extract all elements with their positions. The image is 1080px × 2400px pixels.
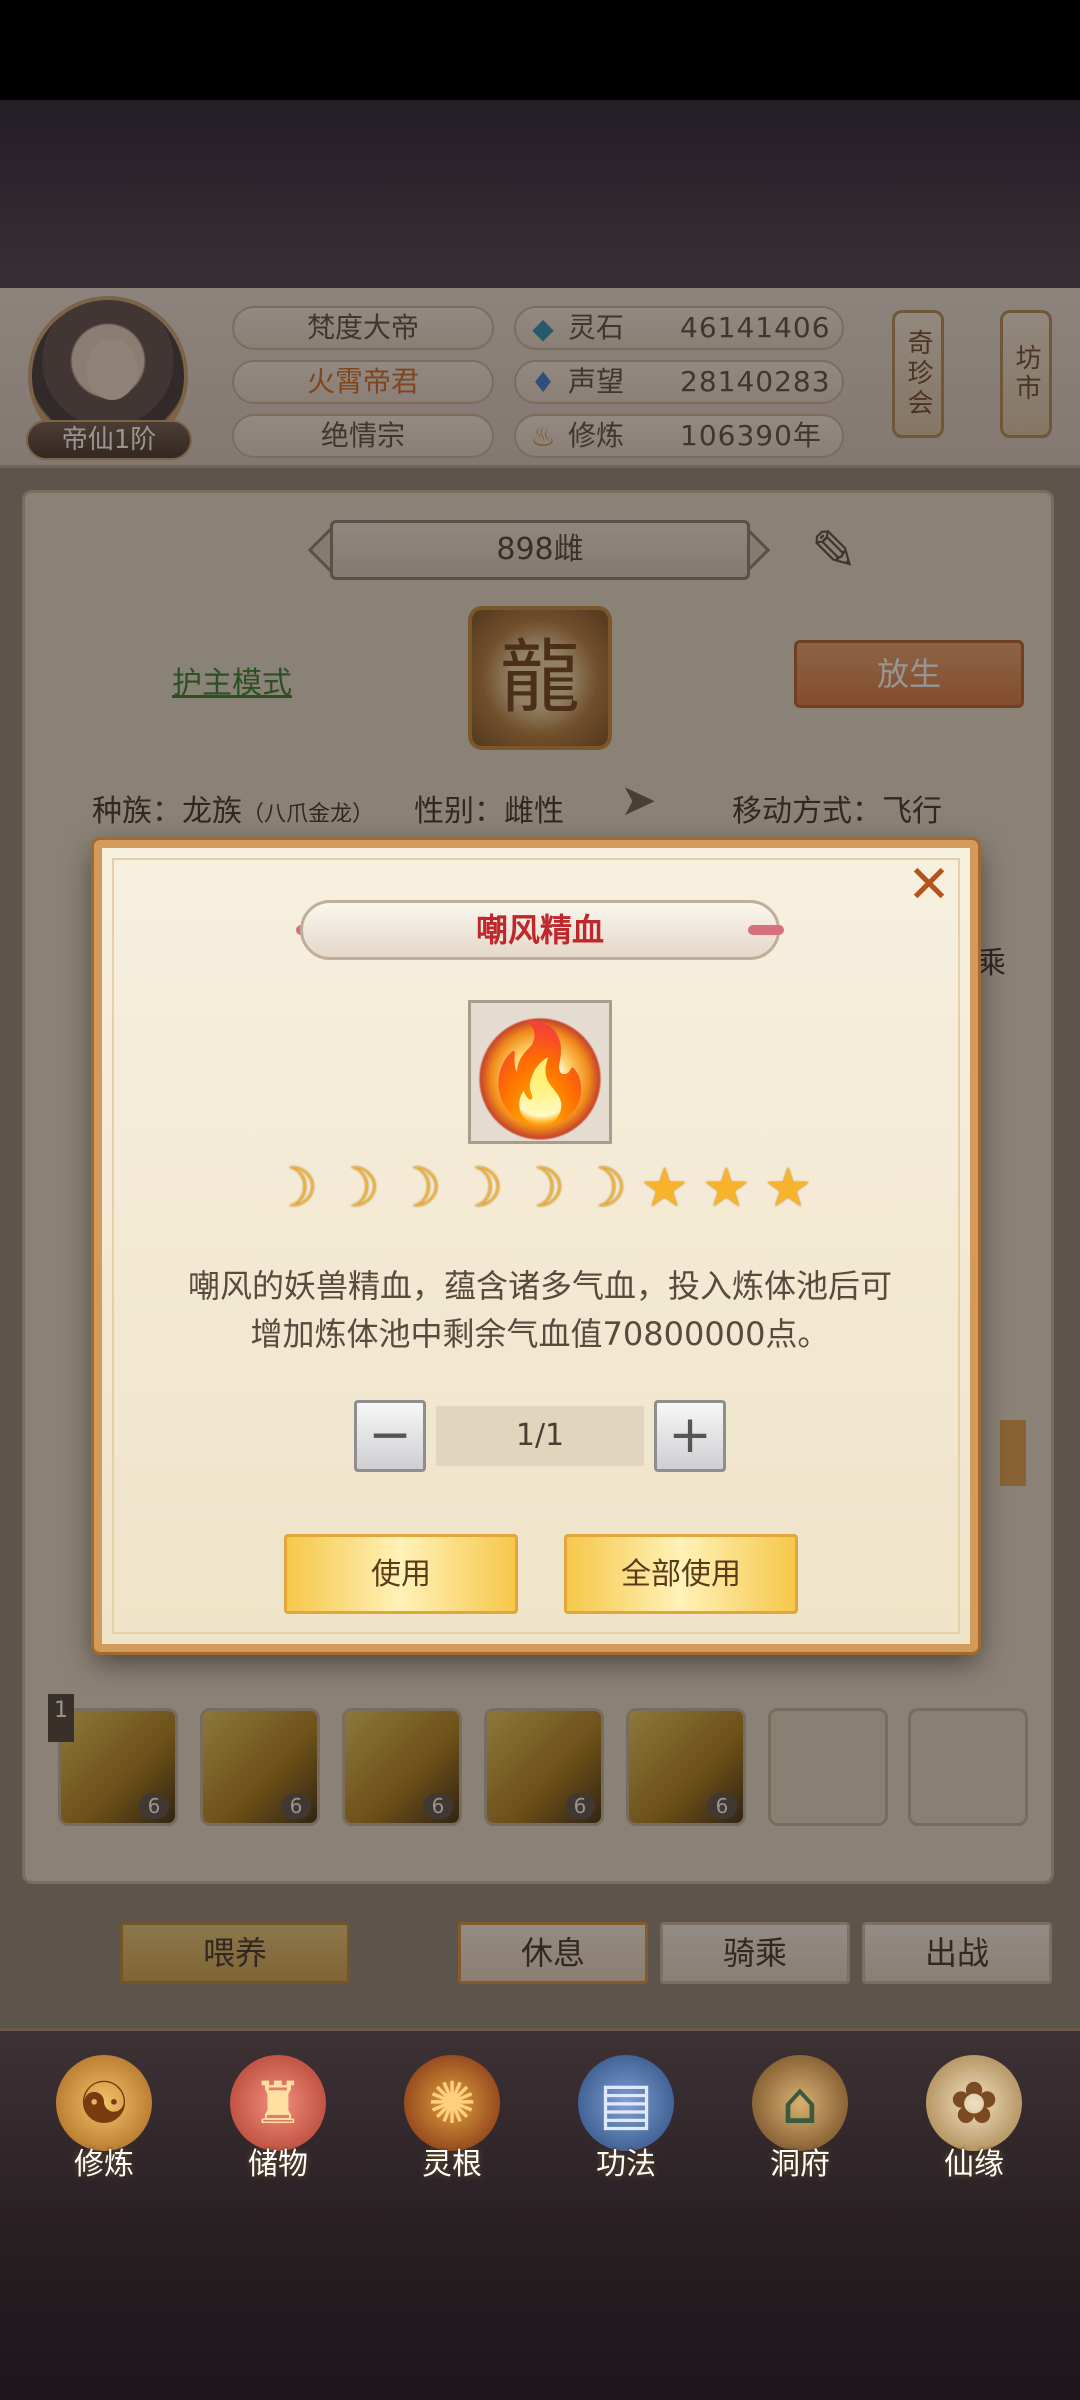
screen: 帝仙1阶 梵度大帝 火霄帝君 绝情宗 ◆ 灵石 46141406 ♦ 声望 28…	[0, 0, 1080, 2400]
star-icon: ★	[702, 1156, 751, 1219]
fate-icon: ✿	[926, 2055, 1022, 2151]
star-icon: ★	[640, 1156, 689, 1219]
storage-icon: ♜	[230, 2055, 326, 2151]
decrease-button[interactable]: −	[354, 1400, 426, 1472]
use-button[interactable]: 使用	[284, 1534, 518, 1614]
nav-cave[interactable]: ⌂ 洞府	[730, 2055, 870, 2195]
dialog-title: 嘲风精血	[300, 900, 780, 960]
moon-icon: ☽	[331, 1156, 380, 1219]
nav-skills[interactable]: ▤ 功法	[556, 2055, 696, 2195]
skill-icon: ▤	[578, 2055, 674, 2151]
moon-icon: ☽	[516, 1156, 566, 1219]
cultivate-icon: ☯	[56, 2055, 152, 2151]
status-bar	[0, 0, 1080, 100]
nav-label: 灵根	[422, 2147, 482, 2182]
bottom-nav: ☯ 修炼 ♜ 储物 ✺ 灵根 ▤ 功法 ⌂ 洞府 ✿ 仙缘	[0, 2028, 1080, 2210]
nav-label: 仙缘	[944, 2147, 1004, 2182]
quantity-display[interactable]: 1/1	[436, 1406, 644, 1466]
flame-icon: 🔥	[480, 1017, 600, 1129]
item-rating: ☽ ☽ ☽ ☽ ☽ ☽ ★ ★ ★	[266, 1156, 816, 1220]
description-line: 嘲风的妖兽精血，蕴含诸多气血，投入炼体池后可	[187, 1267, 892, 1305]
spirit-root-icon: ✺	[404, 2055, 500, 2151]
use-all-button[interactable]: 全部使用	[564, 1534, 798, 1614]
bottom-backdrop	[0, 2210, 1080, 2400]
star-icon: ★	[763, 1156, 813, 1219]
nav-spirit-root[interactable]: ✺ 灵根	[382, 2055, 522, 2195]
moon-icon: ☽	[578, 1156, 627, 1219]
description-line: 增加炼体池中剩余气血值70800000点。	[250, 1315, 830, 1353]
top-backdrop	[0, 100, 1080, 290]
moon-icon: ☽	[393, 1156, 442, 1219]
item-dialog	[94, 840, 978, 1652]
title-ornament-right	[748, 925, 784, 935]
nav-storage[interactable]: ♜ 储物	[208, 2055, 348, 2195]
increase-button[interactable]: +	[654, 1400, 726, 1472]
nav-label: 洞府	[770, 2147, 830, 2182]
nav-fate[interactable]: ✿ 仙缘	[904, 2055, 1044, 2195]
moon-icon: ☽	[269, 1156, 319, 1219]
item-description: 嘲风的妖兽精血，蕴含诸多气血，投入炼体池后可 增加炼体池中剩余气血值708000…	[130, 1262, 950, 1358]
nav-cultivate[interactable]: ☯ 修炼	[34, 2055, 174, 2195]
close-icon[interactable]: ✕	[904, 859, 954, 911]
moon-icon: ☽	[455, 1156, 504, 1219]
nav-label: 修炼	[74, 2147, 134, 2182]
cave-icon: ⌂	[752, 2055, 848, 2151]
item-icon-frame: 🔥	[468, 1000, 612, 1144]
nav-label: 功法	[596, 2147, 656, 2182]
nav-label: 储物	[248, 2147, 308, 2182]
dialog-inner-border	[112, 858, 960, 1634]
